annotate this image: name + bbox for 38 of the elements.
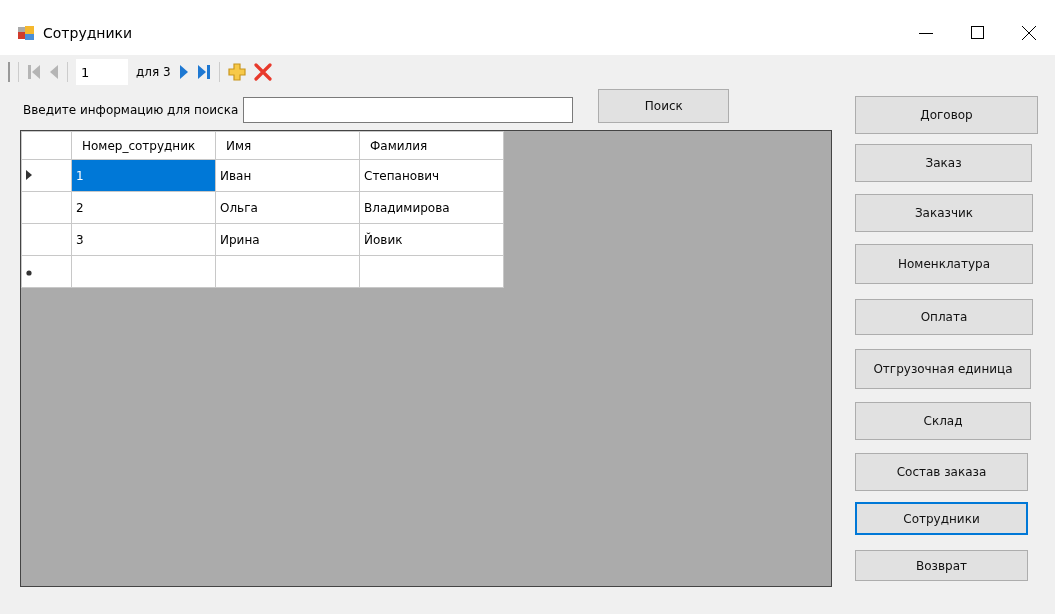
- search-label: Введите информацию для поиска: [23, 103, 239, 117]
- table-row[interactable]: 1 Иван Степанович: [21, 159, 504, 192]
- table-cell[interactable]: Ольга: [215, 191, 360, 224]
- nav-button[interactable]: Оплата: [855, 299, 1033, 335]
- table-cell[interactable]: Ирина: [215, 223, 360, 256]
- window-title: Сотрудники: [43, 24, 133, 41]
- nav-button[interactable]: Возврат: [855, 550, 1028, 581]
- delete-icon[interactable]: [253, 63, 272, 81]
- record-count: для 3: [136, 65, 171, 79]
- table-cell[interactable]: 2: [71, 191, 216, 224]
- search-field[interactable]: [243, 97, 574, 123]
- nav-button[interactable]: Номенклатура: [855, 244, 1033, 284]
- nav-button[interactable]: Состав заказа: [855, 453, 1028, 491]
- table-cell[interactable]: Иван: [215, 159, 360, 192]
- nav-button[interactable]: Заказчик: [855, 194, 1033, 232]
- nav-button[interactable]: Договор: [855, 96, 1038, 134]
- position-field[interactable]: 1: [76, 59, 128, 85]
- table-cell[interactable]: Степанович: [359, 159, 504, 192]
- table-cell[interactable]: 3: [71, 223, 216, 256]
- column-header[interactable]: Номер_сотрудник: [71, 131, 216, 160]
- close-icon[interactable]: [1022, 25, 1036, 40]
- nav-button[interactable]: Заказ: [855, 144, 1032, 182]
- next-record-icon[interactable]: [178, 64, 189, 80]
- table-row[interactable]: 3 Ирина Йовик: [21, 223, 504, 256]
- column-header[interactable]: Фамилия: [359, 131, 504, 160]
- table-cell[interactable]: 1: [71, 159, 216, 192]
- nav-button[interactable]: Сотрудники: [855, 502, 1028, 535]
- table-row[interactable]: 2 Ольга Владимирова: [21, 191, 504, 224]
- table-cell[interactable]: Йовик: [359, 223, 504, 256]
- maximize-icon[interactable]: [971, 25, 984, 39]
- nav-button[interactable]: Отгрузочная единица: [855, 349, 1031, 389]
- table-cell[interactable]: Владимирова: [359, 191, 504, 224]
- plus-icon[interactable]: [227, 63, 246, 81]
- app-icon: [17, 24, 35, 41]
- search-button[interactable]: Поиск: [598, 89, 730, 123]
- column-header[interactable]: Имя: [215, 131, 360, 160]
- nav-button[interactable]: Склад: [855, 402, 1031, 440]
- last-record-icon[interactable]: [196, 64, 211, 80]
